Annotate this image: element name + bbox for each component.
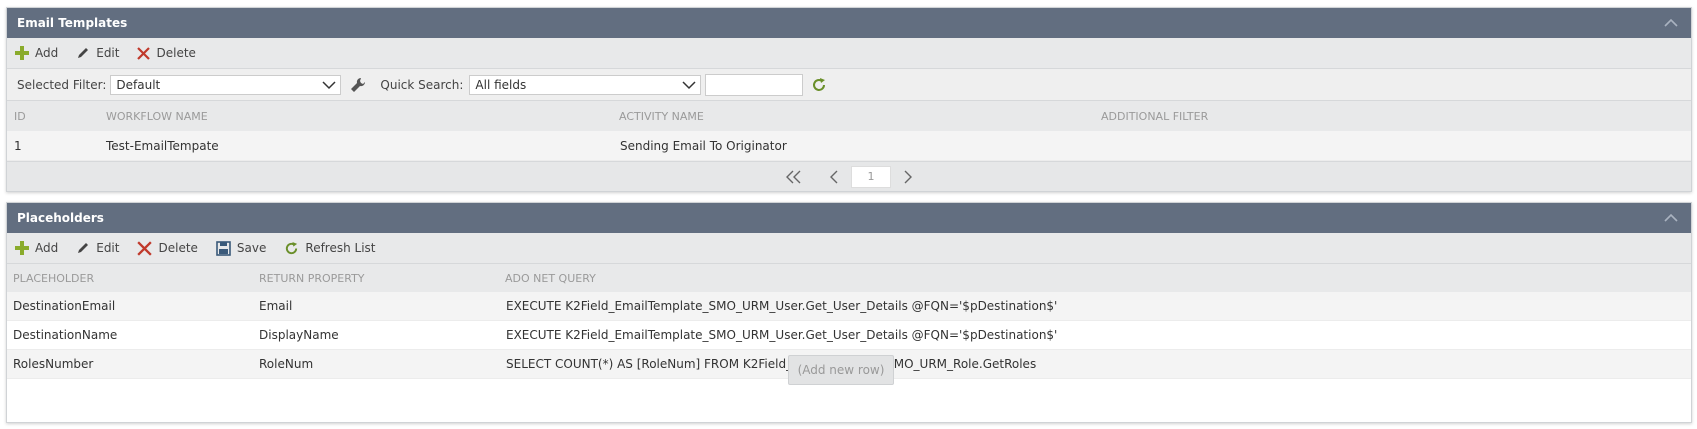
filter-bar: Selected Filter: Default Quick Search: A… <box>7 69 1691 101</box>
refresh-icon <box>286 241 298 254</box>
edit-button-label: Edit <box>96 46 120 60</box>
x-icon <box>137 240 153 256</box>
row-return-property: Email <box>259 299 293 313</box>
table-row[interactable]: DestinationName DisplayName EXECUTE K2Fi… <box>7 321 1691 350</box>
row-id: 1 <box>14 138 22 153</box>
delete-button[interactable]: Delete <box>137 46 196 60</box>
save-button-label: Save <box>236 241 267 255</box>
edit-button[interactable]: Edit <box>76 46 119 60</box>
email-templates-title: Email Templates <box>17 16 128 30</box>
chevron-down-icon <box>322 80 336 89</box>
row-ado-net-query: SELECT COUNT(*) AS [RoleNum] FROM K2Fiel… <box>506 357 1037 371</box>
plus-icon <box>15 46 29 60</box>
delete-button[interactable]: Delete <box>137 240 198 256</box>
quick-search-label: Quick Search: <box>380 77 464 92</box>
edit-button[interactable]: Edit <box>76 241 119 255</box>
row-placeholder: DestinationName <box>13 328 118 342</box>
quick-search-field-value: All fields <box>475 77 527 92</box>
quick-search-input[interactable] <box>705 73 804 96</box>
column-header-workflow-name[interactable]: WORKFLOW NAME <box>106 110 208 123</box>
pencil-icon <box>78 243 89 253</box>
column-header-additional-filter[interactable]: ADDITIONAL FILTER <box>1101 110 1208 123</box>
collapse-chevron-icon[interactable] <box>1663 211 1679 225</box>
quick-search-field-select[interactable]: All fields <box>469 74 702 95</box>
selected-filter-value: Default <box>116 77 161 92</box>
row-placeholder: RolesNumber <box>13 357 94 371</box>
selected-filter-label: Selected Filter: <box>17 77 107 92</box>
column-header-id[interactable]: ID <box>14 110 26 123</box>
placeholders-title: Placeholders <box>17 211 104 225</box>
email-templates-panel: Email Templates Add Edit Delete Selected… <box>6 7 1692 192</box>
delete-button-label: Delete <box>156 46 196 60</box>
row-workflow-name: Test-EmailTempate <box>106 138 219 153</box>
column-header-placeholder[interactable]: PLACEHOLDER <box>13 272 94 285</box>
save-icon <box>216 240 231 256</box>
placeholders-header: Placeholders <box>7 203 1691 233</box>
placeholders-column-headers: PLACEHOLDER RETURN PROPERTY ADO NET QUER… <box>7 264 1691 292</box>
chevron-down-icon <box>682 80 696 89</box>
selected-filter-select[interactable]: Default <box>110 74 342 95</box>
email-templates-toolbar: Add Edit Delete <box>7 38 1691 69</box>
column-header-ado-net-query[interactable]: ADO NET QUERY <box>505 272 596 285</box>
wrench-icon[interactable] <box>350 77 366 93</box>
row-ado-net-query: EXECUTE K2Field_EmailTemplate_SMO_URM_Us… <box>506 299 1058 313</box>
row-activity-name: Sending Email To Originator <box>620 138 787 153</box>
first-page-icon[interactable] <box>785 170 803 184</box>
x-icon <box>137 46 151 60</box>
email-templates-header: Email Templates <box>7 8 1691 38</box>
refresh-icon[interactable] <box>811 77 827 93</box>
delete-button-label: Delete <box>158 241 198 255</box>
pager: 1 <box>7 161 1691 191</box>
page-number-input[interactable]: 1 <box>851 165 891 188</box>
collapse-chevron-icon[interactable] <box>1663 16 1679 30</box>
row-placeholder: DestinationEmail <box>13 299 116 313</box>
add-button[interactable]: Add <box>15 241 58 255</box>
add-new-row-button[interactable]: (Add new row) <box>788 355 894 385</box>
refresh-list-button-label: Refresh List <box>305 241 376 255</box>
column-header-return-property[interactable]: RETURN PROPERTY <box>259 272 365 285</box>
email-templates-column-headers: ID WORKFLOW NAME ACTIVITY NAME ADDITIONA… <box>7 101 1691 131</box>
edit-button-label: Edit <box>96 241 120 255</box>
plus-icon <box>15 241 29 255</box>
row-ado-net-query: EXECUTE K2Field_EmailTemplate_SMO_URM_Us… <box>506 328 1058 342</box>
next-page-icon[interactable] <box>903 170 913 184</box>
add-button[interactable]: Add <box>15 46 58 60</box>
table-row[interactable]: DestinationEmail Email EXECUTE K2Field_E… <box>7 292 1691 321</box>
pencil-icon <box>78 48 89 58</box>
previous-page-icon[interactable] <box>829 170 839 184</box>
column-header-activity-name[interactable]: ACTIVITY NAME <box>619 110 704 123</box>
refresh-list-button[interactable]: Refresh List <box>284 241 376 256</box>
add-button-label: Add <box>35 46 59 60</box>
placeholders-toolbar: Add Edit Delete Save Refresh List <box>7 233 1691 264</box>
add-button-label: Add <box>35 241 59 255</box>
row-return-property: DisplayName <box>259 328 339 342</box>
save-button[interactable]: Save <box>216 240 267 256</box>
table-row[interactable]: 1 Test-EmailTempate Sending Email To Ori… <box>7 131 1691 161</box>
placeholders-panel: Placeholders Add Edit Delete Save Refres… <box>6 202 1692 423</box>
row-return-property: RoleNum <box>259 357 314 371</box>
